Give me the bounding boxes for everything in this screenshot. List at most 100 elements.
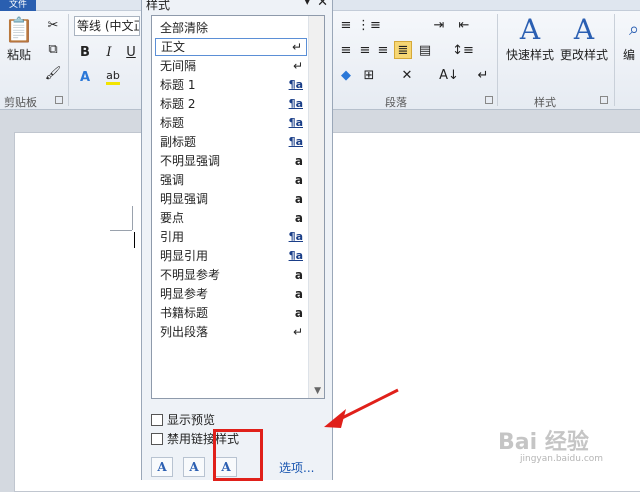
align-center-button[interactable]: ≡ <box>356 41 374 59</box>
styles-pane-title: 样式 <box>146 0 171 12</box>
borders-button[interactable]: ⊞ <box>360 66 378 84</box>
quick-styles-icon: A <box>519 13 541 46</box>
format-painter-button[interactable]: 🖌 <box>44 64 62 82</box>
quick-styles-label: 快速样式 <box>505 48 554 62</box>
align-left-icon: ≡ <box>340 42 352 58</box>
style-item[interactable]: 正文 ↵ <box>155 38 307 56</box>
quick-styles-button[interactable]: A 快速样式 <box>502 14 558 63</box>
watermark-logo: Bai 经验 <box>498 430 589 455</box>
numbered-list-icon: ⋮≡ <box>357 17 381 33</box>
style-item[interactable]: 标题 2 ¶a <box>155 95 307 113</box>
disable-linked-styles-checkbox[interactable] <box>151 432 163 445</box>
highlight-button[interactable]: ab <box>104 68 122 86</box>
change-styles-label: 更改样式 <box>559 48 608 62</box>
style-type-icon: ↵ <box>291 40 302 54</box>
style-item-label: 不明显参考 <box>160 268 221 282</box>
style-inspector-icon: A <box>189 460 199 474</box>
style-type-icon: ¶a <box>288 97 303 110</box>
style-type-icon: ↵ <box>292 59 303 73</box>
margin-corner-mark <box>132 206 133 230</box>
chinese-layout-icon: ✕ <box>401 67 413 83</box>
bold-icon: B <box>80 44 90 60</box>
style-type-icon: a <box>294 287 303 301</box>
sort-button[interactable]: A↓ <box>439 66 459 84</box>
new-style-button[interactable]: A <box>151 457 173 477</box>
style-item[interactable]: 明显引用 ¶a <box>155 247 307 265</box>
style-item-label: 全部清除 <box>160 21 209 35</box>
justify-icon: ≣ <box>397 42 409 58</box>
file-tab[interactable]: 文件 <box>0 0 36 11</box>
show-preview-option[interactable]: 显示预览 <box>151 411 215 428</box>
align-center-icon: ≡ <box>359 42 371 58</box>
style-item-label: 引用 <box>160 230 185 244</box>
underline-icon: U <box>126 44 136 60</box>
style-type-icon: a <box>294 192 303 206</box>
styles-launcher-icon[interactable] <box>600 96 608 104</box>
style-item[interactable]: 无间隔 ↵ <box>155 57 307 75</box>
copy-button[interactable]: ⧉ <box>44 40 62 58</box>
bold-button[interactable]: B <box>76 43 94 61</box>
clipboard-launcher-icon[interactable] <box>55 96 63 104</box>
align-left-button[interactable]: ≡ <box>337 41 355 59</box>
indent-button[interactable]: ⇥ <box>430 16 448 34</box>
style-item[interactable]: 明显参考 a <box>155 285 307 303</box>
clipboard-icon: 📋 <box>4 16 34 44</box>
font-name-select[interactable]: 等线 (中文正 <box>74 16 140 36</box>
style-item-label: 正文 <box>161 40 186 54</box>
style-type-icon: a <box>294 154 303 168</box>
chinese-layout-button[interactable]: ✕ <box>398 66 416 84</box>
style-item[interactable]: 全部清除 <box>155 19 307 37</box>
list-button[interactable]: ≡ <box>337 16 355 34</box>
divider <box>614 14 615 106</box>
underline-button[interactable]: U <box>122 43 140 61</box>
style-inspector-button[interactable]: A <box>183 457 205 477</box>
scissors-icon: ✂ <box>47 17 59 33</box>
chevron-down-icon[interactable]: ▼ <box>314 386 321 396</box>
italic-button[interactable]: I <box>100 43 118 61</box>
style-item-label: 书籍标题 <box>160 306 209 320</box>
options-link[interactable]: 选项... <box>279 459 314 476</box>
show-marks-button[interactable]: ↵ <box>474 66 492 84</box>
editing-button[interactable]: ⌕ 编 <box>618 14 640 63</box>
style-item[interactable]: 副标题 ¶a <box>155 133 307 151</box>
line-spacing-icon: ↕≡ <box>452 42 474 58</box>
close-icon[interactable]: ✕ <box>317 0 328 10</box>
new-style-icon: A <box>157 460 167 474</box>
distributed-button[interactable]: ▤ <box>416 41 434 59</box>
style-item[interactable]: 列出段落 ↵ <box>155 323 307 341</box>
style-item-label: 强调 <box>160 173 185 187</box>
text-effects-button[interactable]: A <box>76 68 94 86</box>
justify-button[interactable]: ≣ <box>394 41 412 59</box>
indent-icon: ⇥ <box>433 17 445 33</box>
line-spacing-button[interactable]: ↕≡ <box>452 41 474 59</box>
style-item[interactable]: 标题 ¶a <box>155 114 307 132</box>
cut-button[interactable]: ✂ <box>44 16 62 34</box>
style-item-label: 明显参考 <box>160 287 209 301</box>
numbered-list-button[interactable]: ⋮≡ <box>357 16 381 34</box>
style-type-icon: ¶a <box>288 135 303 148</box>
paragraph-launcher-icon[interactable] <box>485 96 493 104</box>
change-styles-icon: A <box>573 13 595 46</box>
style-item[interactable]: 不明显参考 a <box>155 266 307 284</box>
shading-button[interactable]: ◆ <box>337 66 355 84</box>
style-type-icon: ¶a <box>288 116 303 129</box>
pane-menu-icon[interactable]: ▾ <box>304 0 310 8</box>
change-styles-button[interactable]: A 更改样式 <box>556 14 612 63</box>
scrollbar[interactable]: ▼ <box>308 16 324 398</box>
outdent-button[interactable]: ⇤ <box>455 16 473 34</box>
align-right-button[interactable]: ≡ <box>374 41 392 59</box>
highlighter-icon: ab <box>106 69 120 85</box>
style-item-label: 要点 <box>160 211 185 225</box>
style-item[interactable]: 不明显强调 a <box>155 152 307 170</box>
style-list[interactable]: ▼ 全部清除 正文 ↵ 无间隔 ↵ 标题 1 ¶a 标题 2 ¶a 标题 ¶a 副标题 ¶a 不明显强调 a… <box>151 15 325 399</box>
style-item[interactable]: 要点 a <box>155 209 307 227</box>
paste-button[interactable]: 📋 粘贴 <box>2 14 36 63</box>
style-item[interactable]: 引用 ¶a <box>155 228 307 246</box>
highlight-box <box>213 429 263 481</box>
show-preview-checkbox[interactable] <box>151 413 163 426</box>
watermark-url: jingyan.baidu.com <box>520 454 604 464</box>
style-item[interactable]: 明显强调 a <box>155 190 307 208</box>
style-item[interactable]: 书籍标题 a <box>155 304 307 322</box>
style-item[interactable]: 标题 1 ¶a <box>155 76 307 94</box>
style-item[interactable]: 强调 a <box>155 171 307 189</box>
